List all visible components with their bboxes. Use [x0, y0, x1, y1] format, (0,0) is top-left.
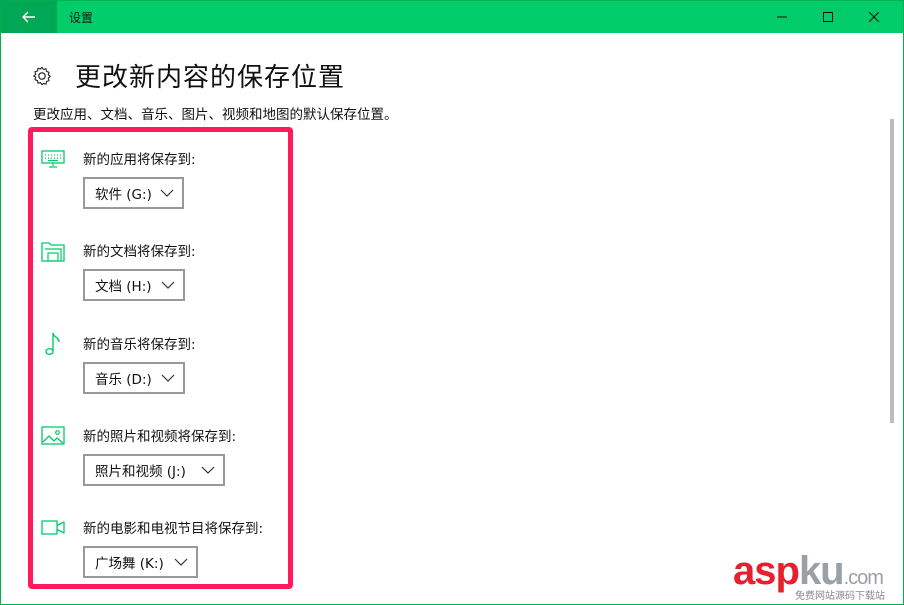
page-description: 更改应用、文档、音乐、图片、视频和地图的默认保存位置。 — [33, 107, 398, 123]
maximize-icon — [823, 12, 833, 22]
setting-label-movies-tv: 新的电影和电视节目将保存到: — [83, 521, 264, 537]
minimize-icon — [777, 16, 787, 18]
vertical-scrollbar[interactable] — [890, 119, 894, 423]
settings-window: 设置 更改新内容的保存位置 更改应用、文档、音乐、图片、视频和地图的默认保存位置… — [0, 0, 904, 605]
chevron-down-icon — [161, 281, 175, 289]
folder-icon — [41, 242, 65, 262]
watermark-brand-asp: asp — [733, 549, 800, 593]
watermark-brand-com: .com — [843, 567, 884, 589]
setting-label-photos-videos: 新的照片和视频将保存到: — [83, 429, 237, 445]
minimize-button[interactable] — [759, 1, 805, 33]
window-title: 设置 — [69, 11, 94, 25]
image-icon — [41, 426, 65, 445]
keyboard-icon — [41, 150, 65, 168]
close-icon — [869, 12, 879, 22]
dropdown-photos-videos-location[interactable]: 照片和视频 (J:) — [83, 454, 225, 486]
back-button[interactable] — [1, 1, 57, 33]
setting-label-music: 新的音乐将保存到: — [83, 337, 196, 353]
arrow-left-icon — [22, 11, 35, 23]
chevron-down-icon — [161, 374, 175, 382]
title-bar: 设置 — [1, 1, 903, 33]
dropdown-movies-tv-location[interactable]: 广场舞 (K:) — [83, 546, 198, 578]
close-button[interactable] — [851, 1, 897, 33]
setting-label-apps: 新的应用将保存到: — [83, 152, 196, 168]
maximize-button[interactable] — [805, 1, 851, 33]
dropdown-value: 广场舞 (K:) — [95, 556, 164, 572]
dropdown-value: 音乐 (D:) — [95, 372, 152, 388]
dropdown-value: 软件 (G:) — [95, 187, 152, 203]
watermark-logo: aspku.com 免费网站源码下载站 — [733, 549, 901, 602]
chevron-down-icon — [201, 466, 215, 474]
chevron-down-icon — [174, 558, 188, 566]
watermark-tagline: 免费网站源码下载站 — [795, 591, 885, 602]
gear-icon — [33, 66, 51, 85]
dropdown-apps-location[interactable]: 软件 (G:) — [83, 177, 184, 209]
video-camera-icon — [41, 520, 65, 535]
page-title: 更改新内容的保存位置 — [75, 63, 346, 93]
music-note-icon — [45, 332, 60, 356]
dropdown-value: 照片和视频 (J:) — [95, 464, 186, 480]
page-header: 更改新内容的保存位置 — [31, 57, 345, 94]
chevron-down-icon — [160, 189, 174, 197]
dropdown-value: 文档 (H:) — [95, 279, 152, 295]
dropdown-music-location[interactable]: 音乐 (D:) — [83, 362, 185, 394]
setting-label-documents: 新的文档将保存到: — [83, 244, 196, 260]
dropdown-documents-location[interactable]: 文档 (H:) — [83, 269, 185, 301]
